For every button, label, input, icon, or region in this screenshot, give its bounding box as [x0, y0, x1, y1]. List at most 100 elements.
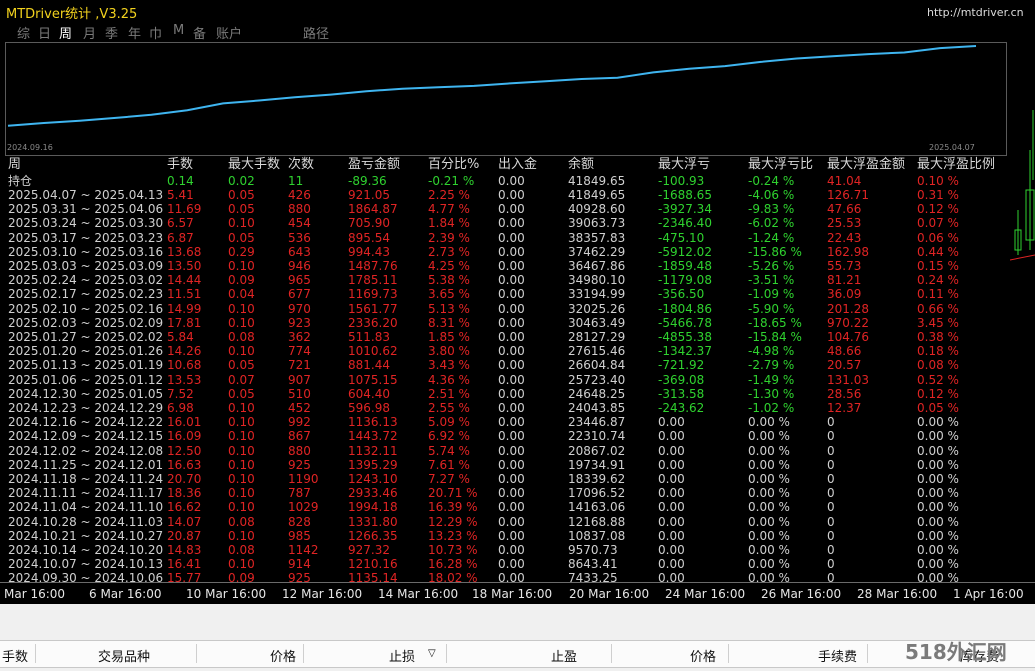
orders-column-header[interactable]: 价格	[270, 646, 296, 665]
table-cell: 2.73 %	[428, 244, 470, 259]
table-row: 2025.01.27 ~ 2025.02.02 5.84 0.08 362 511.83…	[0, 330, 1010, 344]
table-cell: 0.00	[498, 287, 525, 302]
table-cell: 11.51	[167, 287, 202, 302]
equity-line	[7, 45, 977, 127]
column-divider[interactable]	[611, 644, 612, 663]
header-cell: 手数	[167, 157, 194, 172]
table-cell: 47.66	[827, 202, 862, 217]
table-cell: 2024.12.23 ~ 2024.12.29	[8, 401, 164, 415]
menu-tab-2[interactable]: 周	[59, 23, 72, 42]
table-cell: 0.10	[228, 457, 255, 472]
table-cell: 994.43	[348, 244, 390, 259]
table-cell: -369.08	[658, 372, 705, 387]
table-cell: 26604.84	[568, 358, 626, 373]
table-cell: 1075.15	[348, 372, 398, 387]
menu-tab-6[interactable]: 巾	[149, 23, 162, 42]
table-cell: 2025.03.17 ~ 2025.03.23	[8, 230, 164, 245]
table-cell: 22.43	[827, 230, 862, 245]
table-cell: 16.39 %	[428, 500, 478, 515]
time-axis-label: 10 Mar 16:00	[186, 587, 267, 601]
table-cell: 0.05	[228, 358, 255, 373]
table-cell: 20.57	[827, 358, 862, 373]
table-cell: 0.00 %	[748, 415, 790, 430]
equity-start-date: 2024.09.16	[7, 143, 53, 152]
table-cell: 0.00	[498, 443, 525, 458]
table-cell: 0.00	[498, 401, 525, 415]
table-cell: 36467.86	[568, 259, 626, 273]
table-cell: 0.00	[498, 543, 525, 557]
table-cell: 0.29	[228, 244, 255, 259]
orders-column-header[interactable]: 止损	[389, 646, 415, 665]
holding-cell: 0.14	[167, 174, 194, 188]
table-cell: 6.92 %	[428, 429, 470, 444]
header-cell: 出入金	[498, 157, 538, 172]
table-cell: 0	[827, 429, 835, 444]
orders-column-header[interactable]: 手续费	[818, 646, 857, 665]
table-cell: 2025.02.17 ~ 2025.02.23	[8, 287, 164, 302]
table-row: 2024.10.14 ~ 2024.10.20 14.83 0.08 1142 927.…	[0, 543, 1010, 557]
orders-column-header[interactable]: 止盈	[551, 646, 577, 665]
table-cell: 2025.03.24 ~ 2025.03.30	[8, 216, 164, 231]
column-divider[interactable]	[728, 644, 729, 663]
orders-column-header[interactable]: 价格	[690, 646, 716, 665]
table-cell: 3.45 %	[917, 315, 959, 330]
header-cell: 最大浮亏比	[748, 157, 814, 172]
column-divider[interactable]	[867, 644, 868, 663]
orders-column-header[interactable]: 手数	[2, 646, 28, 665]
menu-tab-3[interactable]: 月	[83, 23, 96, 42]
table-cell: 0.00	[498, 528, 525, 543]
menu-tab-9[interactable]: 账户	[216, 23, 242, 42]
holding-cell: 0.10 %	[917, 174, 959, 188]
table-cell: 0.00	[498, 216, 525, 231]
menu-tab-4[interactable]: 季	[105, 23, 118, 42]
table-cell: 3.80 %	[428, 344, 470, 359]
table-cell: 895.54	[348, 230, 390, 245]
menu-tab-5[interactable]: 年	[128, 23, 141, 42]
table-cell: 1785.11	[348, 273, 398, 288]
orders-table-header: 手数 交易品种 价格 止损 止盈 价格 手续费 库存费 ▽	[0, 640, 1035, 668]
table-cell: 0.00 %	[917, 486, 959, 501]
column-divider[interactable]	[446, 644, 447, 663]
table-cell: 0.05	[228, 230, 255, 245]
table-cell: 18339.62	[568, 472, 626, 486]
menu-tab-10[interactable]: 路径	[303, 23, 329, 42]
column-divider[interactable]	[303, 644, 304, 663]
table-cell: 0.00 %	[748, 500, 790, 515]
table-row: 2024.12.16 ~ 2024.12.22 16.01 0.10 992 1136.…	[0, 415, 1010, 429]
table-cell: 1010.62	[348, 344, 398, 359]
table-cell: 510	[288, 386, 311, 401]
time-axis-label: 24 Mar 16:00	[665, 587, 746, 601]
equity-end-date: 2025.04.07	[929, 143, 975, 152]
table-cell: 925	[288, 457, 311, 472]
table-cell: 17.81	[167, 315, 202, 330]
holding-cell: 0.02	[228, 174, 255, 188]
menu-tab-1[interactable]: 日	[38, 23, 51, 42]
menu-tab-7[interactable]: M	[173, 23, 184, 38]
menu-tab-8[interactable]: 备	[193, 23, 206, 42]
table-row: 2024.12.02 ~ 2024.12.08 12.50 0.10 880 1132.…	[0, 444, 1010, 458]
table-cell: 7.52	[167, 386, 194, 401]
table-cell: -1.49 %	[748, 372, 795, 387]
holding-cell: 持仓	[8, 174, 33, 188]
table-cell: 2025.01.20 ~ 2025.01.26	[8, 344, 164, 359]
menu-tab-0[interactable]: 综	[17, 23, 30, 42]
orders-column-header[interactable]: 交易品种	[98, 646, 150, 665]
table-row: 2024.12.09 ~ 2024.12.15 16.09 0.10 867 1443.…	[0, 429, 1010, 443]
table-cell: 677	[288, 287, 311, 302]
sort-arrow-icon[interactable]: ▽	[428, 648, 436, 659]
table-cell: 10.68	[167, 358, 202, 373]
table-cell: -3.51 %	[748, 273, 795, 288]
table-cell: 2025.02.10 ~ 2025.02.16	[8, 301, 164, 316]
column-divider[interactable]	[196, 644, 197, 663]
table-cell: -5.26 %	[748, 259, 795, 273]
table-cell: 22310.74	[568, 429, 626, 444]
table-cell: 0	[827, 514, 835, 529]
app-title: MTDriver统计 ,V3.25	[6, 7, 138, 22]
column-divider[interactable]	[35, 644, 36, 663]
table-cell: 5.74 %	[428, 443, 470, 458]
table-cell: 6.57	[167, 216, 194, 231]
website-link[interactable]: http://mtdriver.cn	[927, 6, 1024, 19]
time-axis-label: Mar 16:00	[4, 587, 66, 601]
table-cell: 1169.73	[348, 287, 398, 302]
table-cell: 0.00 %	[917, 543, 959, 557]
